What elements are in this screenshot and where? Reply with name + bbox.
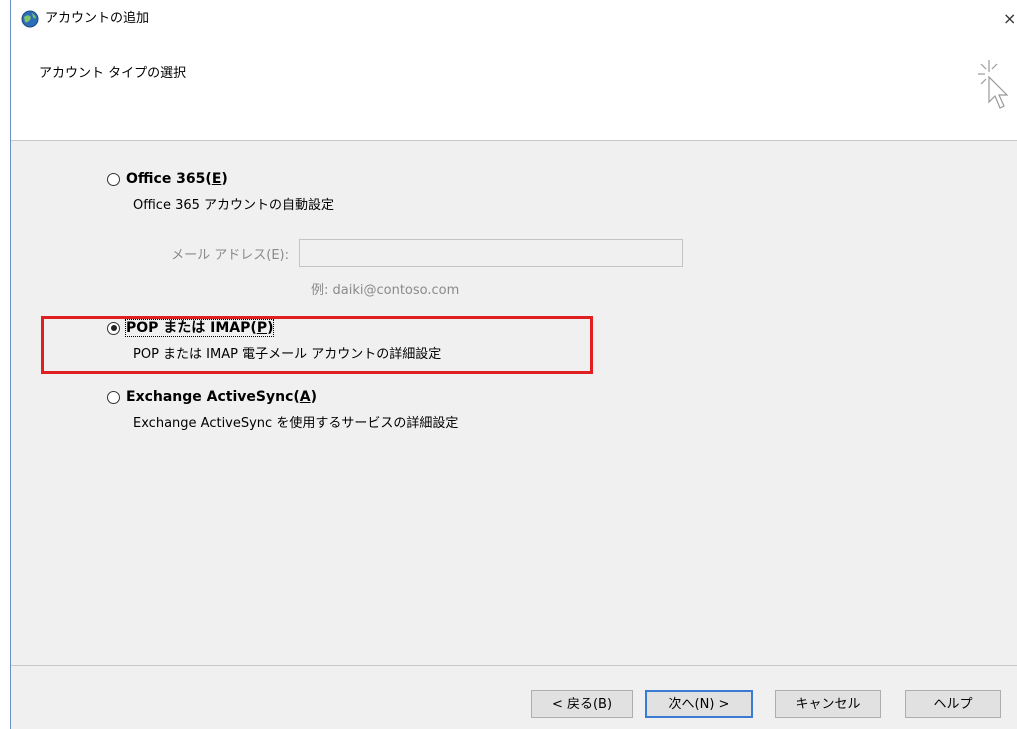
email-row: メール アドレス(E): bbox=[159, 239, 683, 267]
office365-radio[interactable] bbox=[107, 172, 120, 186]
email-example: 例: daiki@contoso.com bbox=[311, 283, 460, 298]
option-office365: Office 365(E) Office 365 アカウントの自動設定 bbox=[107, 169, 334, 215]
exchange-radio-row[interactable]: Exchange ActiveSync(A) bbox=[107, 387, 458, 407]
email-input bbox=[299, 239, 683, 267]
dialog-footer: < 戻る(B) 次へ(N) > キャンセル ヘルプ bbox=[11, 666, 1017, 729]
close-icon[interactable]: × bbox=[1003, 10, 1017, 28]
exchange-description: Exchange ActiveSync を使用するサービスの詳細設定 bbox=[133, 416, 459, 431]
office365-label[interactable]: Office 365(E) bbox=[126, 169, 228, 189]
back-button[interactable]: < 戻る(B) bbox=[531, 690, 633, 718]
exchange-label[interactable]: Exchange ActiveSync(A) bbox=[126, 387, 317, 407]
highlight-annotation bbox=[41, 316, 593, 374]
office365-description: Office 365 アカウントの自動設定 bbox=[133, 198, 335, 213]
add-account-dialog: アカウントの追加 × アカウント タイプの選択 Office 365(E) Of… bbox=[10, 0, 1017, 729]
wizard-header: アカウント タイプの選択 bbox=[11, 44, 1017, 140]
account-type-options: Office 365(E) Office 365 アカウントの自動設定 メール … bbox=[11, 141, 1017, 665]
sparkle-cursor-icon bbox=[969, 52, 1017, 122]
window-title: アカウントの追加 bbox=[45, 11, 150, 26]
email-label: メール アドレス(E): bbox=[171, 247, 289, 263]
office365-radio-row[interactable]: Office 365(E) bbox=[107, 169, 334, 189]
outlook-globe-icon bbox=[21, 10, 39, 28]
cancel-button[interactable]: キャンセル bbox=[775, 690, 881, 718]
page-title: アカウント タイプの選択 bbox=[39, 66, 187, 81]
title-bar: アカウントの追加 × bbox=[11, 0, 1017, 44]
help-button[interactable]: ヘルプ bbox=[905, 690, 1001, 718]
next-button[interactable]: 次へ(N) > bbox=[645, 690, 753, 718]
option-exchange: Exchange ActiveSync(A) Exchange ActiveSy… bbox=[107, 387, 458, 433]
exchange-radio[interactable] bbox=[107, 390, 120, 404]
